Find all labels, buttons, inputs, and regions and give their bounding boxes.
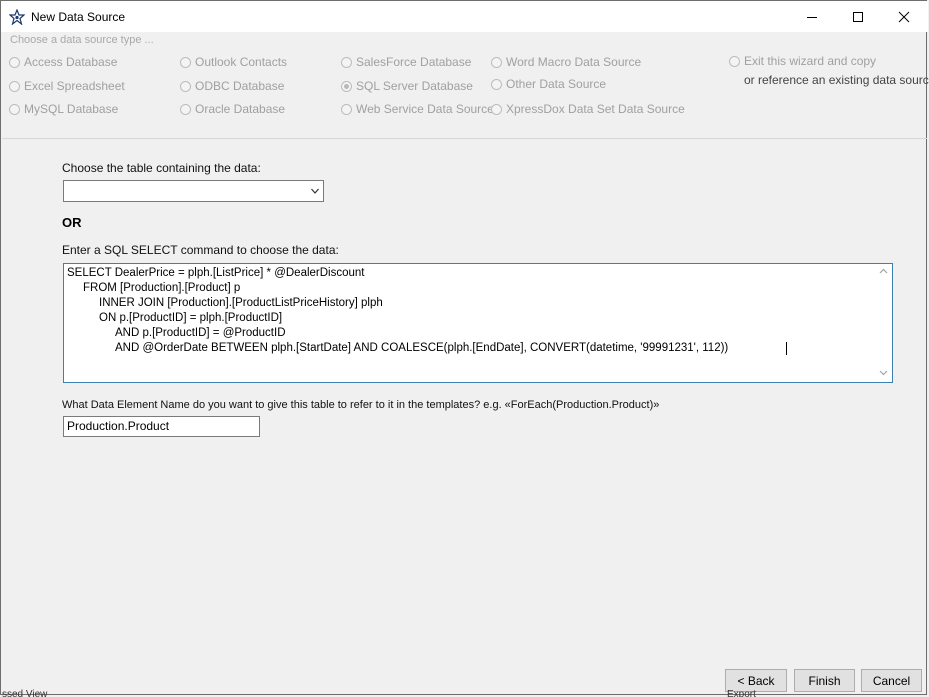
element-name-value: Production.Product [67, 419, 170, 433]
group-legend: Choose a data source type ... [10, 34, 154, 46]
radio-label: XpressDox Data Set Data Source [506, 102, 685, 116]
radio-dot [9, 103, 20, 115]
table-select[interactable] [63, 180, 324, 202]
radio-mysql-database[interactable]: MySQL Database [9, 101, 118, 117]
radio-access-database[interactable]: Access Database [9, 54, 117, 70]
radio-label: Exit this wizard and copy [744, 54, 877, 68]
radio-label: MySQL Database [24, 102, 119, 116]
background-window-fragment-left: ssed View [2, 689, 48, 697]
radio-label: Excel Spreadsheet [24, 79, 125, 93]
radio-dot [9, 56, 20, 68]
sql-line: INNER JOIN [Production].[ProductListPric… [99, 297, 383, 309]
radio-excel-spreadsheet[interactable]: Excel Spreadsheet [9, 78, 125, 94]
radio-label: Outlook Contacts [195, 55, 288, 69]
minimize-icon [807, 16, 817, 18]
radio-salesforce-database[interactable]: SalesForce Database [341, 54, 471, 70]
radio-odbc-database[interactable]: ODBC Database [180, 78, 284, 94]
radio-dot [341, 103, 352, 115]
maximize-icon [853, 11, 863, 22]
radio-dot [180, 56, 191, 68]
radio-label: Access Database [24, 55, 118, 69]
radio-dot [341, 56, 352, 68]
sql-command-textarea[interactable]: SELECT DealerPrice = plph.[ListPrice] * … [63, 263, 893, 383]
radio-sql-server-database[interactable]: SQL Server Database [341, 78, 473, 94]
element-name-input[interactable]: Production.Product [63, 416, 260, 437]
radio-dot [491, 56, 502, 68]
radio-outlook-contacts[interactable]: Outlook Contacts [180, 54, 287, 70]
data-source-type-group: Choose a data source type ... Access Dat… [2, 32, 929, 139]
radio-web-service-data-source[interactable]: Web Service Data Source [341, 101, 494, 117]
sql-label: Enter a SQL SELECT command to choose the… [62, 243, 339, 257]
or-label: OR [62, 215, 82, 230]
finish-button[interactable]: Finish [794, 669, 855, 692]
minimize-button[interactable] [789, 1, 835, 32]
sql-line: AND @OrderDate BETWEEN plph.[StartDate] … [115, 342, 729, 354]
sql-line: SELECT DealerPrice = plph.[ListPrice] * … [67, 267, 365, 279]
background-window-fragment-right: Export [727, 689, 756, 697]
exit-wizard-label-line2: or reference an existing data source [744, 73, 929, 87]
radio-word-macro-data-source[interactable]: Word Macro Data Source [491, 54, 641, 70]
radio-dot [180, 103, 191, 115]
text-caret [786, 342, 787, 355]
close-icon [898, 11, 910, 22]
close-button[interactable] [881, 1, 927, 32]
new-data-source-dialog: New Data Source Choose a data source typ… [0, 0, 929, 695]
radio-label: Oracle Database [195, 102, 286, 116]
radio-xpressdox-data-set-data-source[interactable]: XpressDox Data Set Data Source [491, 101, 685, 117]
scroll-down-icon[interactable] [879, 370, 888, 376]
radio-dot [491, 78, 502, 90]
radio-dot [9, 80, 20, 92]
sql-scrollbar[interactable] [875, 264, 892, 382]
cancel-button[interactable]: Cancel [861, 669, 922, 692]
table-label: Choose the table containing the data: [62, 161, 261, 175]
radio-dot [491, 103, 502, 115]
radio-exit-wizard[interactable]: Exit this wizard and copy [729, 53, 876, 69]
radio-label: SalesForce Database [356, 55, 472, 69]
title-bar[interactable]: New Data Source [1, 1, 928, 32]
sql-line: AND p.[ProductID] = @ProductID [115, 327, 286, 339]
sql-line: FROM [Production].[Product] p [83, 282, 241, 294]
radio-label: ODBC Database [195, 79, 285, 93]
radio-label: Other Data Source [506, 77, 607, 91]
radio-dot [729, 55, 740, 67]
radio-label: SQL Server Database [356, 79, 473, 93]
scroll-up-icon[interactable] [879, 268, 888, 274]
element-name-label: What Data Element Name do you want to gi… [62, 399, 660, 411]
star-app-icon [8, 8, 26, 26]
chevron-down-icon [311, 188, 319, 194]
radio-label: Web Service Data Source [356, 102, 494, 116]
maximize-button[interactable] [835, 1, 881, 32]
radio-oracle-database[interactable]: Oracle Database [180, 101, 285, 117]
radio-label: Word Macro Data Source [506, 55, 642, 69]
radio-dot [341, 80, 352, 92]
sql-line: ON p.[ProductID] = plph.[ProductID] [99, 312, 283, 324]
radio-dot [180, 80, 191, 92]
radio-other-data-source[interactable]: Other Data Source [491, 76, 606, 92]
window-title: New Data Source [31, 10, 126, 24]
